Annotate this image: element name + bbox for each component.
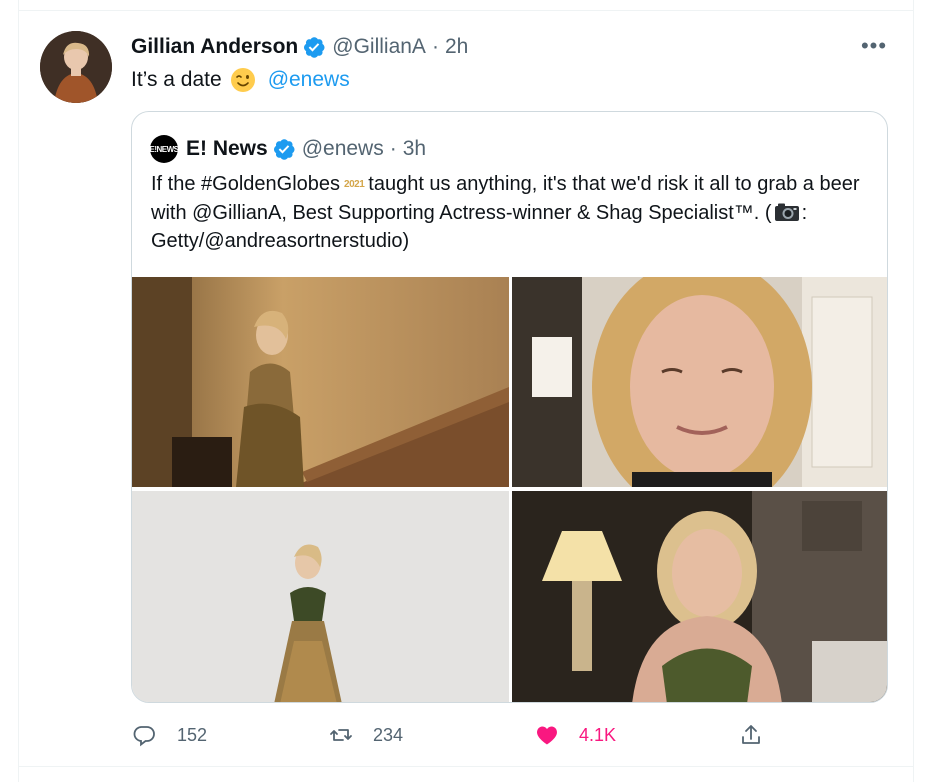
separator-dot: · (389, 137, 397, 160)
reply-button[interactable]: 152 (133, 718, 207, 752)
retweet-button[interactable]: 234 (329, 718, 403, 752)
verified-badge-icon (302, 35, 326, 59)
retweet-icon (330, 729, 352, 741)
heart-filled-icon (537, 726, 557, 745)
like-button[interactable]: 4.1K (535, 718, 616, 752)
separator-dot: · (431, 35, 439, 58)
share-icon (742, 725, 760, 744)
divider (18, 10, 914, 11)
reply-icon (133, 726, 155, 747)
quoted-tweet[interactable]: E!NEWS E! News @enews · 3h If the #Golde… (131, 111, 888, 703)
author-handle[interactable]: @GillianA (332, 35, 426, 59)
quoted-tweet-text: If the #GoldenGlobes 2021 taught us anythi… (151, 170, 881, 255)
verified-badge-icon (272, 137, 296, 161)
tweet-header: Gillian Anderson @GillianA · 2h (131, 32, 468, 62)
photo-studio-fullbody[interactable] (132, 491, 509, 702)
winking-face-emoji-icon (230, 67, 256, 93)
author-name[interactable]: Gillian Anderson (131, 35, 298, 59)
timestamp[interactable]: 2h (445, 35, 468, 59)
quoted-author-name: E! News (186, 137, 268, 160)
quoted-tweet-header: E!NEWS E! News @enews · 3h (150, 134, 426, 164)
reply-count: 152 (177, 724, 208, 745)
retweet-count: 234 (373, 724, 404, 745)
photo-grid (132, 277, 887, 702)
photo-staircase-gown[interactable] (132, 277, 509, 487)
photo-lamp-room[interactable] (512, 491, 887, 702)
more-options-icon[interactable]: ••• (858, 33, 890, 58)
tweet-text-body: It’s a date (131, 68, 222, 91)
avatar[interactable] (40, 31, 112, 103)
camera-icon (774, 202, 800, 222)
quoted-timestamp: 3h (402, 137, 427, 160)
share-button[interactable] (739, 718, 783, 752)
tweet-text: It’s a date @enews (131, 66, 350, 94)
quoted-author-handle: @enews (301, 137, 384, 160)
action-bar: 152 234 4.1K (131, 718, 891, 752)
quoted-text-part1: If the #GoldenGlobes (151, 173, 341, 195)
divider (18, 766, 914, 767)
golden-globes-2021-badge: 2021 (344, 178, 365, 190)
enews-logo-avatar: E!NEWS (150, 135, 179, 163)
photo-selfie-closeup[interactable] (512, 277, 887, 487)
mention-link[interactable]: @enews (268, 66, 350, 94)
like-count: 4.1K (579, 724, 617, 745)
